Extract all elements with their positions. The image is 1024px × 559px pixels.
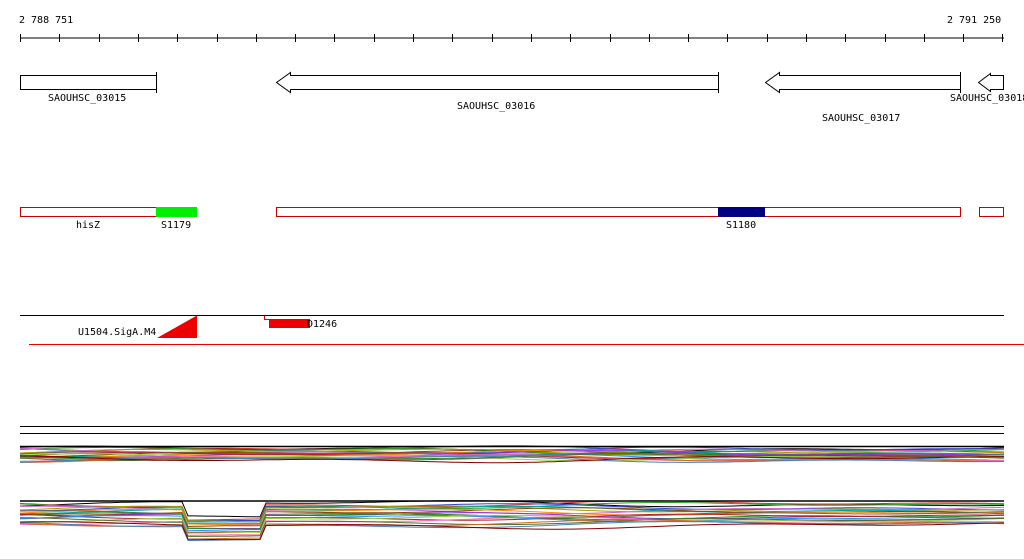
s1179-label: S1179: [161, 220, 191, 231]
gene-03017-arrow[interactable]: [764, 71, 961, 94]
gene-03017-label: SAOUHSC_03017: [822, 113, 900, 124]
ruler-end-label: 2 791 250: [947, 15, 1001, 26]
promoter-u1504-marker[interactable]: [157, 316, 196, 338]
s1180-label: S1180: [726, 220, 756, 231]
ruler-start-label: 2 788 751: [19, 15, 73, 26]
genome-browser-view: 2 788 751 2 791 250 SAOUHSC_03015 SAOUHS…: [0, 0, 1024, 559]
expression-track-lower: [19, 500, 1005, 541]
gene-03015-label: SAOUHSC_03015: [48, 93, 126, 104]
expression-profile-line: [19, 519, 1005, 540]
gene-saouhsc-03015[interactable]: SAOUHSC_03015: [20, 72, 157, 104]
coordinate-ruler: 2 788 751 2 791 250: [19, 15, 1004, 42]
terminator-d1246-label: D1246: [307, 319, 337, 330]
s1179-segment[interactable]: [156, 207, 197, 217]
genome-track-canvas: 2 788 751 2 791 250 SAOUHSC_03015 SAOUHS…: [19, 15, 1024, 541]
hisz-label: hisZ: [76, 220, 100, 231]
regulatory-track: U1504.SigA.M4 D1246: [20, 315, 1024, 345]
trailing-region[interactable]: [979, 207, 1004, 217]
expression-track-upper: [19, 426, 1005, 464]
gene-saouhsc-03018[interactable]: SAOUHSC_03018: [950, 72, 1024, 105]
gene-03016-label: SAOUHSC_03016: [457, 101, 535, 112]
hisz-region[interactable]: [20, 207, 157, 217]
gene-03018-arrow[interactable]: [977, 72, 1004, 93]
s1180-region-outline[interactable]: [276, 207, 961, 217]
expression-upper-profiles: [19, 445, 1005, 464]
gene-03018-label: SAOUHSC_03018: [950, 93, 1024, 104]
gene-saouhsc-03017[interactable]: SAOUHSC_03017: [764, 71, 961, 124]
terminator-d1246-hook: [264, 316, 270, 320]
gene-03015-body[interactable]: [20, 75, 157, 90]
promoter-u1504-label: U1504.SigA.M4: [78, 327, 156, 338]
segment-track: hisZ S1179 S1180: [20, 207, 1004, 231]
gene-track: SAOUHSC_03015 SAOUHSC_03016 SAOUHSC_0301…: [20, 71, 1024, 124]
gene-03016-arrow[interactable]: [275, 71, 719, 94]
expression-lower-profiles: [19, 500, 1005, 541]
gene-saouhsc-03016[interactable]: SAOUHSC_03016: [275, 71, 719, 112]
s1180-segment[interactable]: [718, 207, 765, 217]
terminator-d1246-marker[interactable]: [269, 319, 310, 328]
